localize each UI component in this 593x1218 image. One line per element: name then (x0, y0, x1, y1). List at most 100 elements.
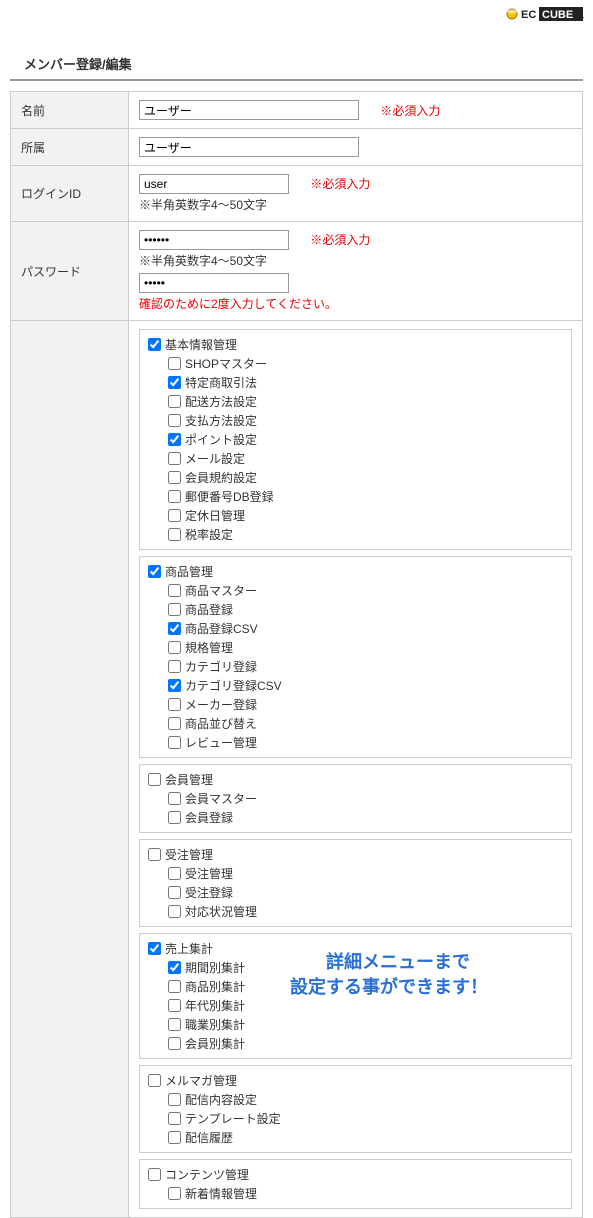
password-input[interactable] (139, 230, 289, 250)
perm-parent-label: メルマガ管理 (165, 1074, 237, 1088)
perm-child-row[interactable]: 商品別集計 (148, 978, 563, 995)
perm-child-row[interactable]: カテゴリ登録 (148, 658, 563, 675)
perm-child-checkbox[interactable] (168, 528, 181, 541)
perm-child-checkbox[interactable] (168, 414, 181, 427)
perm-child-checkbox[interactable] (168, 660, 181, 673)
perm-child-label: 規格管理 (185, 641, 233, 655)
perm-parent-row[interactable]: 商品管理 (148, 563, 563, 580)
perm-child-checkbox[interactable] (168, 679, 181, 692)
perm-child-checkbox[interactable] (168, 641, 181, 654)
perm-child-row[interactable]: SHOPマスター (148, 355, 563, 372)
loginid-input[interactable] (139, 174, 289, 194)
perm-child-row[interactable]: 会員登録 (148, 809, 563, 826)
perm-child-row[interactable]: テンプレート設定 (148, 1110, 563, 1127)
perm-child-row[interactable]: 配信内容設定 (148, 1091, 563, 1108)
perm-child-checkbox[interactable] (168, 509, 181, 522)
perm-parent-checkbox[interactable] (148, 848, 161, 861)
perm-parent-checkbox[interactable] (148, 773, 161, 786)
perm-child-checkbox[interactable] (168, 792, 181, 805)
perm-child-checkbox[interactable] (168, 1131, 181, 1144)
perm-parent-checkbox[interactable] (148, 338, 161, 351)
perm-parent-row[interactable]: 売上集計 (148, 940, 563, 957)
perm-child-label: 配信内容設定 (185, 1093, 257, 1107)
perm-child-row[interactable]: 受注登録 (148, 884, 563, 901)
perm-child-row[interactable]: 規格管理 (148, 639, 563, 656)
perm-child-checkbox[interactable] (168, 395, 181, 408)
perm-child-checkbox[interactable] (168, 471, 181, 484)
perm-parent-row[interactable]: コンテンツ管理 (148, 1166, 563, 1183)
perm-child-label: レビュー管理 (185, 736, 257, 750)
perm-child-checkbox[interactable] (168, 584, 181, 597)
password-confirm-input[interactable] (139, 273, 289, 293)
perm-child-checkbox[interactable] (168, 961, 181, 974)
perm-parent-checkbox[interactable] (148, 1168, 161, 1181)
name-input[interactable] (139, 100, 359, 120)
perm-child-checkbox[interactable] (168, 1037, 181, 1050)
perm-child-label: 税率設定 (185, 528, 233, 542)
perm-child-row[interactable]: 商品登録 (148, 601, 563, 618)
perm-child-checkbox[interactable] (168, 1187, 181, 1200)
perm-child-checkbox[interactable] (168, 905, 181, 918)
perm-child-row[interactable]: ポイント設定 (148, 431, 563, 448)
svg-text:.: . (582, 10, 585, 20)
perm-parent-row[interactable]: 会員管理 (148, 771, 563, 788)
dept-input[interactable] (139, 137, 359, 157)
perm-parent-checkbox[interactable] (148, 942, 161, 955)
perm-child-row[interactable]: 配信履歴 (148, 1129, 563, 1146)
perm-child-label: 会員別集計 (185, 1037, 245, 1051)
perm-child-row[interactable]: レビュー管理 (148, 734, 563, 751)
perm-child-row[interactable]: 商品マスター (148, 582, 563, 599)
perm-child-row[interactable]: 商品並び替え (148, 715, 563, 732)
perm-parent-row[interactable]: 基本情報管理 (148, 336, 563, 353)
perm-parent-checkbox[interactable] (148, 565, 161, 578)
perm-child-row[interactable]: 支払方法設定 (148, 412, 563, 429)
perm-child-row[interactable]: 会員別集計 (148, 1035, 563, 1052)
perm-child-row[interactable]: 配送方法設定 (148, 393, 563, 410)
perm-parent-row[interactable]: 受注管理 (148, 846, 563, 863)
perm-child-checkbox[interactable] (168, 717, 181, 730)
password-confirm-note: 確認のために2度入力してください。 (139, 295, 572, 312)
perm-parent-checkbox[interactable] (148, 1074, 161, 1087)
perm-child-row[interactable]: メール設定 (148, 450, 563, 467)
perm-child-row[interactable]: 定休日管理 (148, 507, 563, 524)
perm-child-checkbox[interactable] (168, 433, 181, 446)
perm-child-row[interactable]: メーカー登録 (148, 696, 563, 713)
perm-child-row[interactable]: 会員マスター (148, 790, 563, 807)
perm-child-checkbox[interactable] (168, 452, 181, 465)
perm-child-checkbox[interactable] (168, 357, 181, 370)
perm-child-checkbox[interactable] (168, 980, 181, 993)
perm-child-checkbox[interactable] (168, 490, 181, 503)
perm-child-row[interactable]: 対応状況管理 (148, 903, 563, 920)
perm-child-checkbox[interactable] (168, 698, 181, 711)
perm-child-label: 受注登録 (185, 886, 233, 900)
perm-child-checkbox[interactable] (168, 886, 181, 899)
perm-child-checkbox[interactable] (168, 622, 181, 635)
perm-child-label: 対応状況管理 (185, 905, 257, 919)
perm-child-row[interactable]: カテゴリ登録CSV (148, 677, 563, 694)
perm-child-label: 会員規約設定 (185, 471, 257, 485)
perm-child-row[interactable]: 商品登録CSV (148, 620, 563, 637)
perm-child-checkbox[interactable] (168, 811, 181, 824)
perm-child-checkbox[interactable] (168, 999, 181, 1012)
perm-parent-row[interactable]: メルマガ管理 (148, 1072, 563, 1089)
perm-child-row[interactable]: 郵便番号DB登録 (148, 488, 563, 505)
perm-child-row[interactable]: 受注管理 (148, 865, 563, 882)
perm-child-label: 年代別集計 (185, 999, 245, 1013)
perm-child-checkbox[interactable] (168, 1112, 181, 1125)
perm-child-label: 郵便番号DB登録 (185, 490, 274, 504)
perm-child-row[interactable]: 特定商取引法 (148, 374, 563, 391)
perm-child-label: 商品登録CSV (185, 622, 258, 636)
perm-child-row[interactable]: 会員規約設定 (148, 469, 563, 486)
perm-child-checkbox[interactable] (168, 736, 181, 749)
perm-child-checkbox[interactable] (168, 376, 181, 389)
perm-child-row[interactable]: 新着情報管理 (148, 1185, 563, 1202)
label-password: パスワード (11, 222, 129, 321)
perm-child-row[interactable]: 年代別集計 (148, 997, 563, 1014)
perm-child-checkbox[interactable] (168, 1018, 181, 1031)
perm-child-label: 会員登録 (185, 811, 233, 825)
perm-child-row[interactable]: 期間別集計 (148, 959, 563, 976)
perm-child-row[interactable]: 税率設定 (148, 526, 563, 543)
perm-child-checkbox[interactable] (168, 867, 181, 880)
perm-child-row[interactable]: 職業別集計 (148, 1016, 563, 1033)
perm-child-checkbox[interactable] (168, 603, 181, 616)
